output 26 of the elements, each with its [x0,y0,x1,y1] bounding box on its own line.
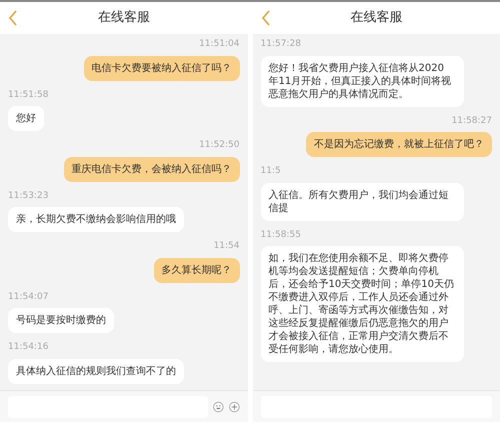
back-icon[interactable] [260,10,270,26]
timestamp: 11:58:27 [452,114,492,128]
message-bubble: 亲，长期欠费不缴纳会影响信用的哦 [8,207,184,232]
page-title: 在线客服 [350,9,402,28]
timestamp: 11:57:28 [260,38,301,51]
timestamp: 11:54:07 [8,290,48,304]
page-title: 在线客服 [98,9,150,28]
message-bubble: 不是因为忘记缴费，就被上征信了吧？ [306,132,492,157]
timestamp: 11:58:55 [260,228,301,242]
message-bubble: 如，我们在您使用余额不足、即将欠费停机等均会发送提醒短信；欠费单向停机后，还会给予10天交费时间；单停10天仍不缴费进入双停后，工作人员还会通过外呼、上门、寄函等方式再次催缴告知，对这些经反复提醒催缴后仍恶意拖欠的用户才会被接入征信，正常用户交清欠费后不受任何影响，请您放心使用。 [260,246,464,362]
message-bubble: 多久算长期呢？ [154,258,240,282]
message-bubble: 重庆电信卡欠费，会被纳入征信吗？ [64,156,240,182]
message-bubble: 入征信。所有欠费用户，我们均会通过短信提 [260,182,464,220]
message-bubble: 您好 [8,106,44,131]
timestamp: 11:5 [260,165,281,178]
message-bubble: 具体纳入征信的规则我们查询不了的 [8,358,184,384]
timestamp: 11:51:58 [8,88,48,102]
back-icon[interactable] [8,10,18,26]
timestamp: 11:52:50 [199,139,240,152]
timestamp: 11:53:23 [8,190,48,202]
timestamp: 11:54:16 [8,341,48,354]
timestamp: 11:54 [214,240,240,253]
message-bubble: 电信卡欠费要被纳入征信了吗？ [84,56,240,80]
message-bubble: 您好！我省欠费用户接入征信将从2020 年11月开始，但真正接入的具体时间将视恶意拖欠用户的具体情况而定。 [260,56,464,106]
message-bubble: 号码是要按时缴费的 [8,308,114,333]
timestamp: 11:51:04 [199,38,240,51]
